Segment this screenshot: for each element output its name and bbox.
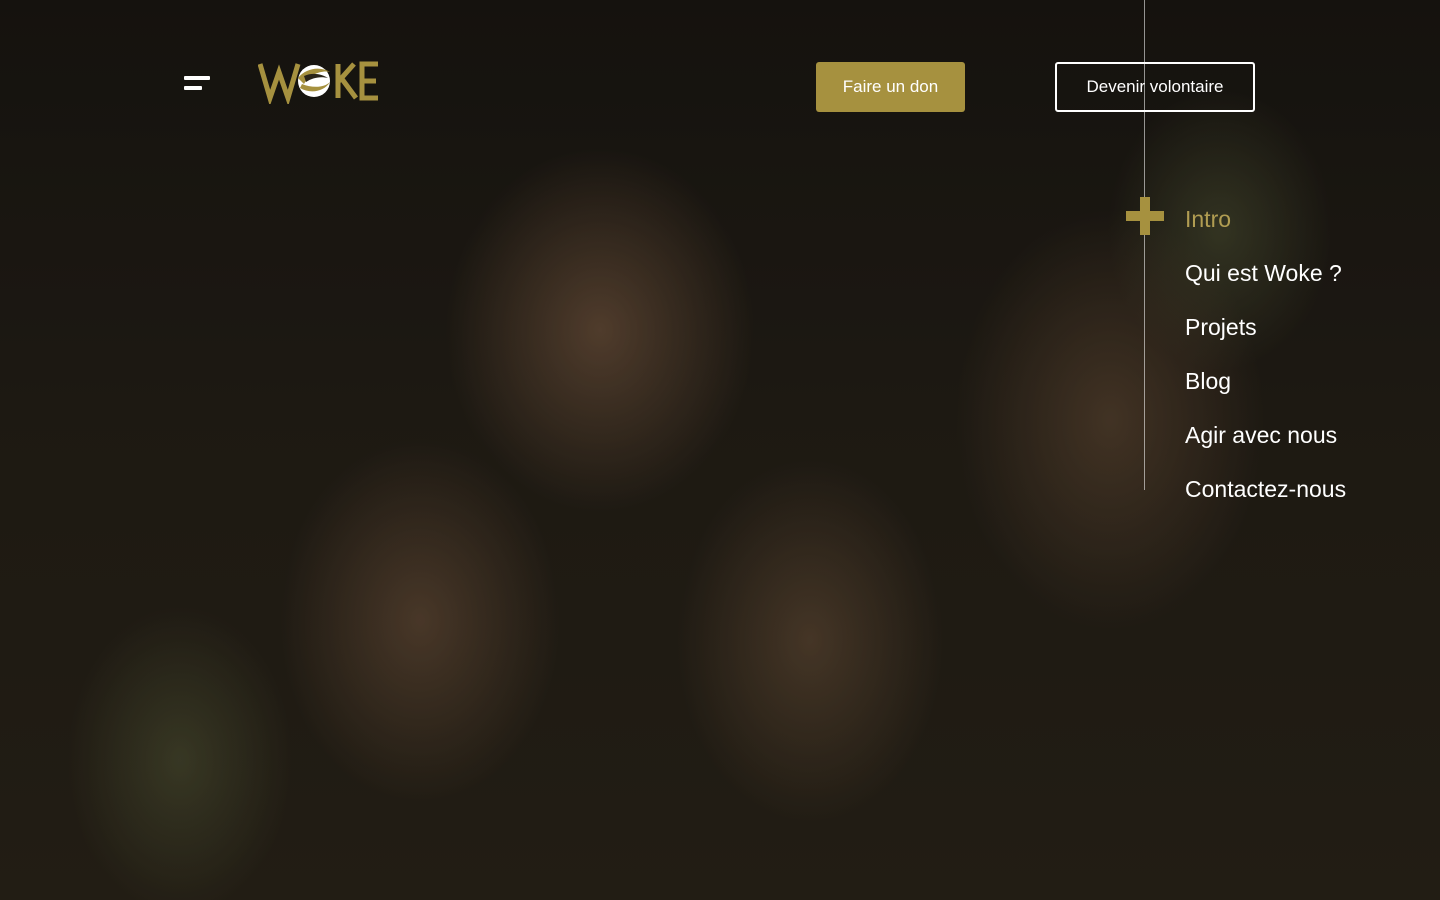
woke-logo-graphic — [257, 61, 378, 107]
menu-bar-bottom — [184, 86, 202, 90]
nav-item-qui-est-woke[interactable]: Qui est Woke ? — [1185, 254, 1346, 308]
woke-logo[interactable] — [257, 58, 382, 107]
nav-item-contactez-nous[interactable]: Contactez-nous — [1185, 470, 1346, 524]
hamburger-menu-icon[interactable] — [184, 74, 212, 96]
volunteer-button[interactable]: Devenir volontaire — [1055, 62, 1255, 112]
nav-item-agir-avec-nous[interactable]: Agir avec nous — [1185, 416, 1346, 470]
menu-bar-top — [184, 76, 210, 80]
nav-item-blog[interactable]: Blog — [1185, 362, 1346, 416]
page: Faire un don Devenir volontaire Intro Qu… — [0, 0, 1440, 900]
section-nav: Intro Qui est Woke ? Projets Blog Agir a… — [1185, 200, 1346, 524]
plus-icon — [1126, 197, 1164, 235]
nav-item-intro[interactable]: Intro — [1185, 200, 1346, 254]
donate-button[interactable]: Faire un don — [816, 62, 965, 112]
nav-item-projets[interactable]: Projets — [1185, 308, 1346, 362]
